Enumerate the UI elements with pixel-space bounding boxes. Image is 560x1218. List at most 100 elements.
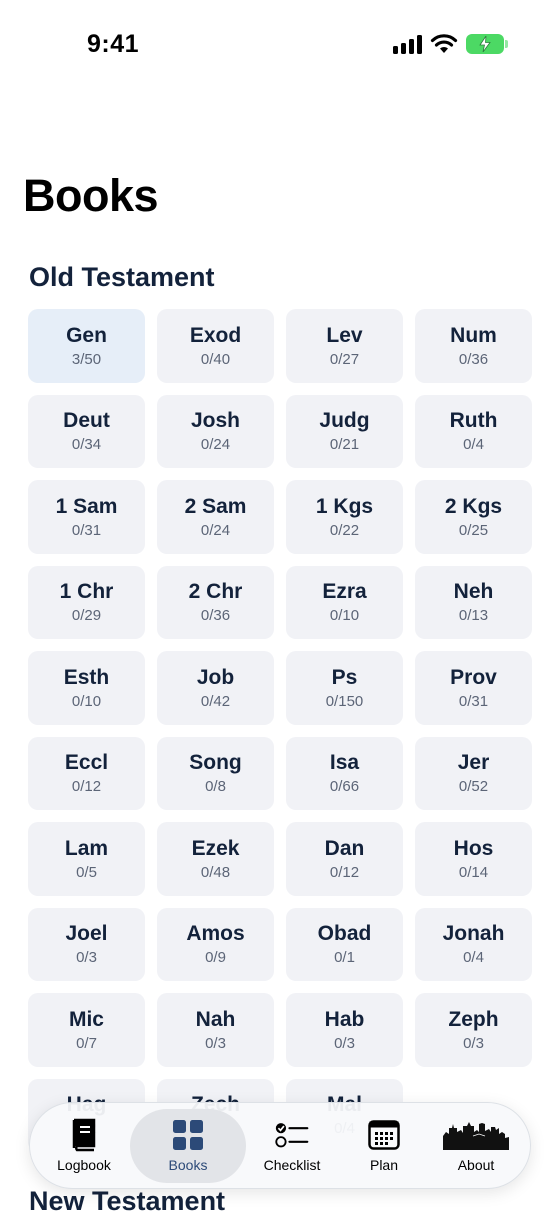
book-name: 2 Sam <box>184 494 247 518</box>
page-title: Books <box>23 170 159 221</box>
book-name: Obad <box>317 922 372 946</box>
book-card[interactable]: Eccl 0/12 <box>28 736 145 810</box>
book-name: Judg <box>319 409 370 433</box>
book-card[interactable]: Lev 0/27 <box>286 309 403 383</box>
book-card[interactable]: Mic 0/7 <box>28 993 145 1067</box>
book-progress: 0/1 <box>334 949 355 967</box>
tab-logbook[interactable]: Logbook <box>38 1109 130 1183</box>
book-progress: 0/27 <box>329 350 360 368</box>
book-card[interactable]: Judg 0/21 <box>286 394 403 468</box>
book-progress: 0/5 <box>76 863 97 881</box>
book-progress: 0/25 <box>458 521 489 539</box>
book-progress: 0/10 <box>329 607 360 625</box>
status-icons <box>393 34 508 54</box>
book-card[interactable]: Song 0/8 <box>157 736 274 810</box>
book-progress: 0/3 <box>76 949 97 967</box>
book-progress: 0/66 <box>329 778 360 796</box>
book-progress: 0/24 <box>200 436 231 454</box>
book-card[interactable]: Neh 0/13 <box>415 565 532 639</box>
book-progress: 0/24 <box>200 521 231 539</box>
book-card[interactable]: Lam 0/5 <box>28 822 145 896</box>
book-name: 1 Sam <box>55 494 118 518</box>
book-card[interactable]: Obad 0/1 <box>286 907 403 981</box>
status-bar: 9:41 <box>0 0 560 90</box>
book-card[interactable]: Ruth 0/4 <box>415 394 532 468</box>
book-progress: 0/3 <box>463 1034 484 1052</box>
book-progress: 0/31 <box>71 521 102 539</box>
book-name: Hab <box>324 1007 365 1031</box>
status-time: 9:41 <box>87 30 140 58</box>
book-card[interactable]: Amos 0/9 <box>157 907 274 981</box>
tab-plan[interactable]: Plan <box>338 1109 430 1183</box>
book-card[interactable]: Hos 0/14 <box>415 822 532 896</box>
book-progress: 0/40 <box>200 350 231 368</box>
book-card[interactable]: 2 Kgs 0/25 <box>415 480 532 554</box>
tab-books[interactable]: Books <box>130 1108 246 1183</box>
book-progress: 0/10 <box>71 692 102 710</box>
book-icon <box>67 1118 101 1151</box>
book-name: Ps <box>331 665 358 689</box>
book-progress: 0/29 <box>71 607 102 625</box>
book-name: Lam <box>64 836 109 860</box>
section-title-new-testament: New Testament <box>29 1186 226 1216</box>
tab-label-checklist: Checklist <box>263 1156 321 1173</box>
book-name: Jonah <box>442 922 505 946</box>
book-name: Deut <box>63 409 110 433</box>
cellular-signal-icon <box>393 34 422 54</box>
book-progress: 0/42 <box>200 692 231 710</box>
book-progress: 0/3 <box>334 1034 355 1052</box>
book-name: Jer <box>457 751 490 775</box>
book-card[interactable]: Josh 0/24 <box>157 394 274 468</box>
tab-label-about: About <box>457 1156 495 1173</box>
book-card[interactable]: 1 Sam 0/31 <box>28 480 145 554</box>
book-card[interactable]: Prov 0/31 <box>415 651 532 725</box>
book-progress: 0/8 <box>205 778 226 796</box>
tab-label-plan: Plan <box>369 1156 399 1173</box>
book-card[interactable]: 1 Chr 0/29 <box>28 565 145 639</box>
book-name: Esth <box>63 665 110 689</box>
book-card[interactable]: Zeph 0/3 <box>415 993 532 1067</box>
book-card[interactable]: Ps 0/150 <box>286 651 403 725</box>
book-name: Josh <box>190 409 240 433</box>
book-progress: 0/21 <box>329 436 360 454</box>
book-card[interactable]: Job 0/42 <box>157 651 274 725</box>
book-card[interactable]: Isa 0/66 <box>286 736 403 810</box>
book-card[interactable]: Nah 0/3 <box>157 993 274 1067</box>
book-card[interactable]: 2 Chr 0/36 <box>157 565 274 639</box>
book-card[interactable]: Ezra 0/10 <box>286 565 403 639</box>
book-card[interactable]: Gen 3/50 <box>28 309 145 383</box>
book-name: Eccl <box>64 751 109 775</box>
book-card[interactable]: Joel 0/3 <box>28 907 145 981</box>
book-name: Joel <box>65 922 108 946</box>
wifi-icon <box>430 34 458 53</box>
tab-checklist[interactable]: Checklist <box>246 1109 338 1183</box>
book-card[interactable]: Esth 0/10 <box>28 651 145 725</box>
book-progress: 0/12 <box>329 863 360 881</box>
book-progress: 0/48 <box>200 863 231 881</box>
book-card[interactable]: 2 Sam 0/24 <box>157 480 274 554</box>
book-card[interactable]: Jonah 0/4 <box>415 907 532 981</box>
book-name: Neh <box>453 580 494 604</box>
book-card[interactable]: 1 Kgs 0/22 <box>286 480 403 554</box>
book-card[interactable]: Exod 0/40 <box>157 309 274 383</box>
book-card[interactable]: Dan 0/12 <box>286 822 403 896</box>
book-card[interactable]: Jer 0/52 <box>415 736 532 810</box>
book-progress: 0/31 <box>458 692 489 710</box>
grid-icon <box>171 1119 205 1151</box>
book-name: Exod <box>189 323 242 347</box>
tab-label-books: Books <box>168 1156 208 1173</box>
tab-about[interactable]: About <box>430 1109 522 1183</box>
book-card[interactable]: Deut 0/34 <box>28 394 145 468</box>
book-progress: 0/34 <box>71 436 102 454</box>
book-name: Isa <box>329 751 360 775</box>
book-card[interactable]: Num 0/36 <box>415 309 532 383</box>
book-progress: 0/52 <box>458 778 489 796</box>
book-progress: 0/150 <box>325 692 364 710</box>
book-progress: 0/4 <box>463 436 484 454</box>
book-progress: 0/4 <box>463 949 484 967</box>
book-name: 1 Kgs <box>315 494 374 518</box>
book-name: 2 Chr <box>188 580 243 604</box>
book-progress: 0/36 <box>458 350 489 368</box>
book-card[interactable]: Ezek 0/48 <box>157 822 274 896</box>
book-card[interactable]: Hab 0/3 <box>286 993 403 1067</box>
